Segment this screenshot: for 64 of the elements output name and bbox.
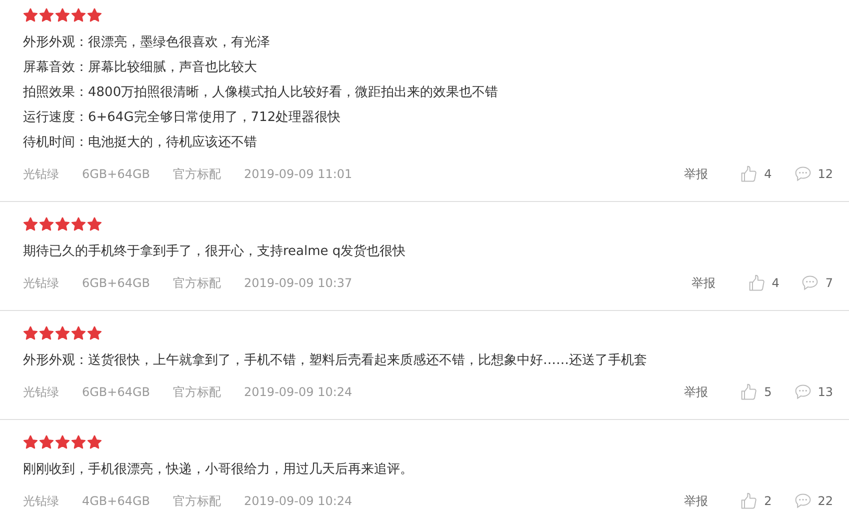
review-date: 2019-09-09 10:24 [244,384,352,400]
review-text: 外形外观：送货很快，上午就拿到了，手机不错，塑料后壳看起来质感还不错，比想象中好……还送了手机套 [23,353,647,368]
storage-spec: 6GB+64GB [82,166,150,182]
like-count: 4 [764,166,772,182]
thumbs-up-icon[interactable] [740,164,758,182]
like-count: 5 [764,384,772,400]
review-text: 期待已久的手机终于拿到手了，很开心，支持realme q发货也很快 [23,244,406,259]
comment-icon[interactable] [801,274,820,292]
review-text: 运行速度：6+64G完全够日常使用了，712处理器很快 [23,110,341,125]
star-icon [55,216,70,232]
like-count: 2 [764,492,772,510]
color-variant: 光钻绿 [23,492,59,510]
review-text: 刚刚收到，手机很漂亮，快递，小哥很给力，用过几天后再来追评。 [23,462,413,477]
review-text: 屏幕音效：屏幕比较细腻，声音也比较大 [23,60,257,75]
report-link[interactable]: 举报 [684,382,708,400]
thumbs-up-icon[interactable] [748,274,766,292]
star-icon [23,434,38,450]
storage-spec: 6GB+64GB [82,384,150,400]
star-icon [71,434,86,450]
star-icon [87,326,102,340]
report-link[interactable]: 举报 [684,492,708,510]
star-icon [71,326,86,340]
color-variant: 光钻绿 [23,384,59,400]
review-date: 2019-09-09 11:01 [244,166,352,182]
star-icon [39,216,54,232]
like-count: 4 [772,274,780,292]
star-icon [55,434,70,450]
color-variant: 光钻绿 [23,166,59,182]
star-icon [23,216,38,232]
comment-count: 22 [818,492,833,510]
star-icon [71,8,86,22]
package-label: 官方标配 [173,384,222,400]
package-label: 官方标配 [173,492,222,510]
comment-icon[interactable] [794,492,812,510]
comment-icon[interactable] [794,382,812,400]
star-icon [39,8,54,22]
star-icon [71,216,86,232]
color-variant: 光钻绿 [23,274,59,292]
star-icon [39,434,54,450]
thumbs-up-icon[interactable] [740,492,758,510]
comment-count: 7 [825,274,833,292]
star-icon [87,8,102,22]
package-label: 官方标配 [173,166,222,182]
thumbs-up-icon[interactable] [740,382,758,400]
package-label: 官方标配 [173,274,222,292]
review-text: 待机时间：电池挺大的，待机应该还不错 [23,135,257,150]
star-icon [87,216,102,232]
star-icon [39,326,54,340]
star-icon [23,326,38,340]
review-text: 外形外观：很漂亮，墨绿色很喜欢，有光泽 [23,35,270,50]
star-icon [87,434,102,450]
comment-count: 13 [818,384,833,400]
review-date: 2019-09-09 10:24 [244,492,352,510]
comment-icon[interactable] [794,164,812,182]
star-icon [23,8,38,22]
report-link[interactable]: 举报 [684,164,708,182]
review-date: 2019-09-09 10:37 [244,274,352,292]
review-text: 拍照效果：4800万拍照很清晰，人像模式拍人比较好看，微距拍出来的效果也不错 [23,85,498,100]
storage-spec: 6GB+64GB [82,274,150,292]
storage-spec: 4GB+64GB [82,492,150,510]
comment-count: 12 [818,166,833,182]
star-icon [55,8,70,22]
star-icon [55,326,70,340]
report-link[interactable]: 举报 [692,274,716,292]
